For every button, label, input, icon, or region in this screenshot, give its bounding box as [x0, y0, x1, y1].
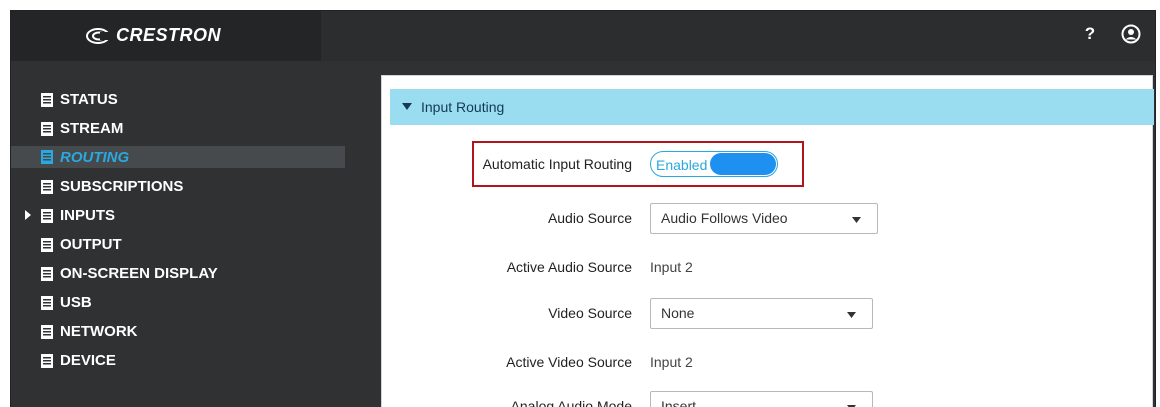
active-video-source-row: Active Video Source Input 2: [382, 345, 1154, 379]
audio-source-select[interactable]: Audio Follows Video: [650, 202, 878, 234]
active-video-source-label: Active Video Source: [506, 354, 632, 370]
video-source-value: None: [661, 305, 695, 321]
sidebar-item-on-screen-display[interactable]: ON-SCREEN DISPLAY: [11, 259, 369, 288]
input-routing-panel: Input Routing Automatic Input Routing En…: [381, 75, 1154, 407]
sidebar-item-label: USB: [60, 294, 92, 311]
sidebar-item-subscriptions[interactable]: SUBSCRIPTIONS: [11, 172, 369, 201]
video-source-label: Video Source: [548, 305, 632, 321]
help-icon[interactable]: ?: [1081, 24, 1099, 44]
analog-audio-mode-value: Insert: [661, 398, 697, 407]
crestron-logo-mark-icon: [86, 27, 112, 44]
video-source-row: Video Source None: [382, 296, 1154, 330]
sidebar: STATUS STREAM ROUTING SUBSCRIPTIONS INPU…: [11, 61, 369, 407]
audio-source-label: Audio Source: [547, 210, 632, 226]
logo-text: CRESTRON: [116, 25, 222, 45]
sidebar-item-label: INPUTS: [60, 207, 116, 224]
toggle-knob: [710, 153, 776, 175]
top-bar: CRESTRON ?: [11, 11, 1155, 61]
sidebar-item-label: SUBSCRIPTIONS: [60, 178, 184, 195]
document-icon: [41, 237, 53, 252]
document-icon: [41, 266, 53, 281]
auto-routing-row: Automatic Input Routing Enabled: [382, 147, 1154, 181]
sidebar-item-inputs[interactable]: INPUTS: [11, 201, 369, 230]
caret-right-icon[interactable]: [23, 210, 33, 220]
document-icon: [41, 208, 53, 223]
document-icon: [41, 353, 53, 368]
active-audio-source-row: Active Audio Source Input 2: [382, 250, 1154, 284]
document-icon: [41, 92, 53, 107]
document-icon: [41, 324, 53, 339]
sidebar-nav: STATUS STREAM ROUTING SUBSCRIPTIONS INPU…: [11, 85, 369, 375]
audio-source-value: Audio Follows Video: [661, 210, 788, 226]
sidebar-item-routing[interactable]: ROUTING: [11, 146, 345, 168]
main-content: Input Routing Automatic Input Routing En…: [369, 61, 1155, 407]
sidebar-item-usb[interactable]: USB: [11, 288, 369, 317]
document-icon: [41, 295, 53, 310]
analog-audio-mode-select[interactable]: Insert: [650, 390, 873, 407]
toggle-state-label: Enabled: [656, 157, 708, 173]
audio-source-row: Audio Source Audio Follows Video: [382, 201, 1154, 235]
sidebar-item-network[interactable]: NETWORK: [11, 317, 369, 346]
active-audio-source-label: Active Audio Source: [506, 259, 632, 275]
chevron-down-icon: [852, 216, 861, 223]
sidebar-item-label: OUTPUT: [60, 236, 122, 253]
auto-routing-label: Automatic Input Routing: [482, 156, 632, 172]
active-video-source-value: Input 2: [650, 354, 693, 370]
section-title: Input Routing: [421, 99, 505, 115]
sidebar-item-label: STATUS: [60, 91, 118, 108]
top-icons: ?: [1081, 24, 1141, 44]
analog-audio-mode-row: Analog Audio Mode Insert: [382, 389, 1154, 407]
sidebar-item-label: NETWORK: [60, 323, 138, 340]
sidebar-item-status[interactable]: STATUS: [11, 85, 369, 114]
sidebar-item-label: STREAM: [60, 120, 124, 137]
document-icon: [41, 150, 53, 164]
caret-down-icon: [402, 103, 412, 110]
document-icon: [41, 121, 53, 136]
analog-audio-mode-label: Analog Audio Mode: [510, 398, 632, 407]
sidebar-item-device[interactable]: DEVICE: [11, 346, 369, 375]
logo-area: CRESTRON: [11, 11, 321, 61]
sidebar-item-output[interactable]: OUTPUT: [11, 230, 369, 259]
section-header-input-routing[interactable]: Input Routing: [390, 89, 1154, 125]
sidebar-item-label: ROUTING: [60, 148, 130, 166]
crestron-logo: CRESTRON: [86, 25, 221, 46]
active-audio-source-value: Input 2: [650, 259, 693, 275]
chevron-down-icon: [847, 311, 856, 318]
document-icon: [41, 179, 53, 194]
sidebar-item-label: DEVICE: [60, 352, 116, 369]
video-source-select[interactable]: None: [650, 297, 873, 329]
sidebar-item-label: ON-SCREEN DISPLAY: [60, 265, 218, 282]
app-window: CRESTRON ? STATUS STREAM ROUTING SUBSCRI…: [10, 10, 1156, 407]
user-icon[interactable]: [1121, 24, 1141, 44]
sidebar-item-stream[interactable]: STREAM: [11, 114, 369, 143]
auto-routing-toggle[interactable]: Enabled: [650, 151, 778, 177]
